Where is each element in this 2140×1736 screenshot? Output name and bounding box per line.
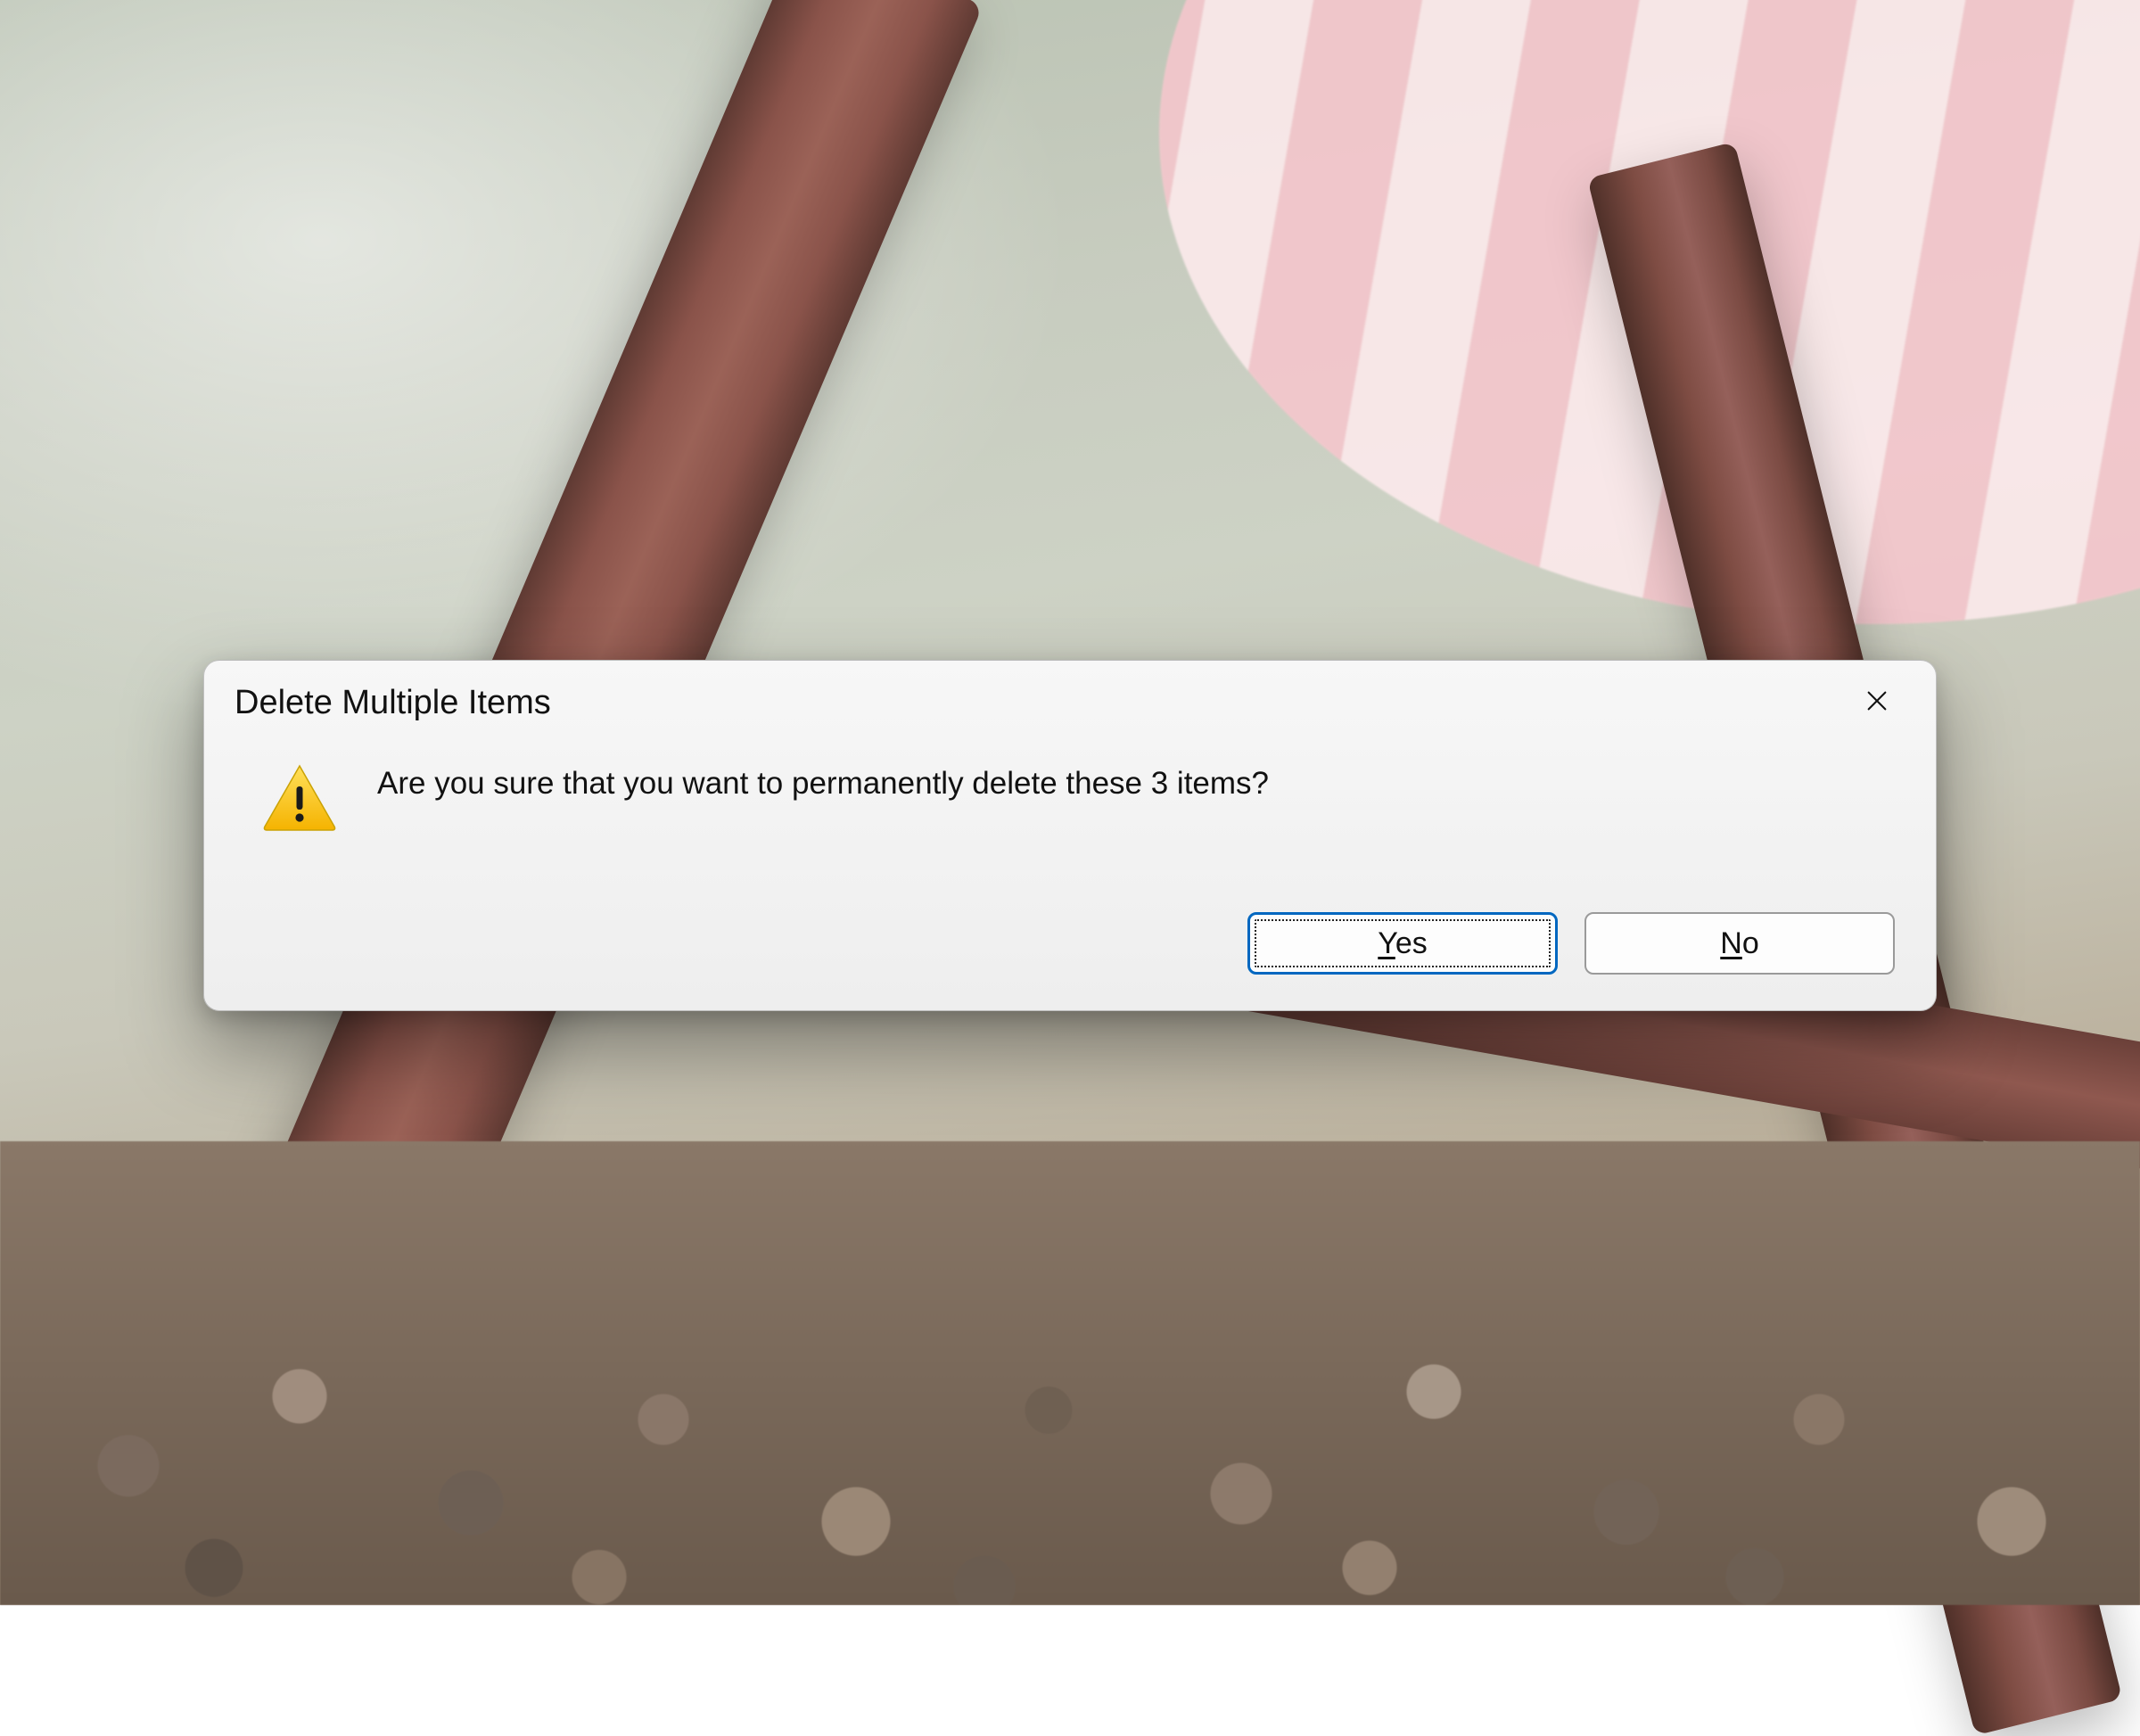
dialog-button-row: Yes No	[1247, 912, 1895, 975]
dialog-titlebar: Delete Multiple Items	[204, 661, 1936, 727]
delete-confirm-dialog: Delete Multiple Items	[203, 660, 1937, 1011]
no-button[interactable]: No	[1584, 912, 1895, 975]
no-mnemonic: N	[1720, 926, 1742, 960]
dialog-title: Delete Multiple Items	[235, 684, 551, 722]
close-icon	[1864, 688, 1889, 718]
yes-label-rest: es	[1395, 926, 1428, 960]
no-label-rest: o	[1742, 926, 1759, 960]
dialog-body: Are you sure that you want to permanentl…	[204, 727, 1936, 836]
warning-icon	[261, 762, 338, 836]
dialog-message: Are you sure that you want to permanentl…	[377, 761, 1269, 804]
close-button[interactable]	[1848, 679, 1905, 726]
yes-mnemonic: Y	[1378, 926, 1395, 960]
wallpaper-pebbles	[0, 1141, 2140, 1605]
yes-button[interactable]: Yes	[1247, 912, 1558, 975]
